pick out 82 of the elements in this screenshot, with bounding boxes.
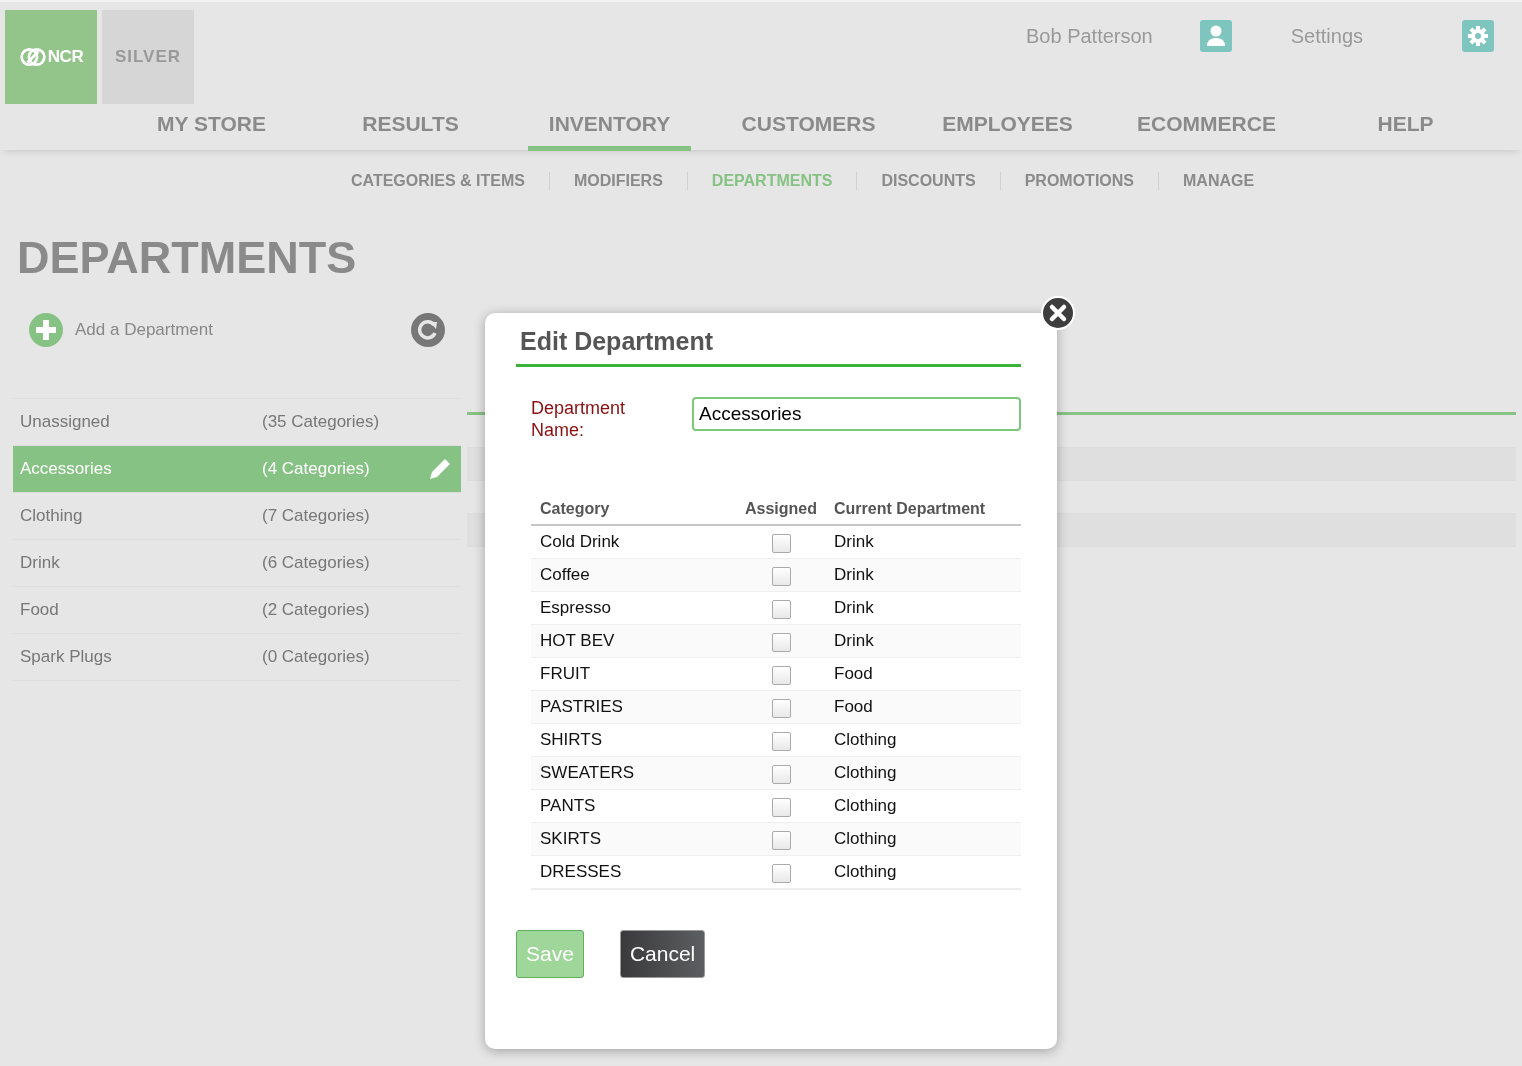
subnav-tab[interactable]: MODIFIERS: [548, 172, 687, 190]
table-cell-text: Clothing: [833, 796, 897, 816]
assigned-checkbox[interactable]: [771, 831, 791, 850]
table-cell-text: SWEATERS: [539, 763, 636, 783]
department-name: Unassigned: [19, 412, 111, 432]
department-row[interactable]: Food (2 Categories): [13, 587, 461, 634]
name-field[interactable]: Accessories: [692, 397, 1021, 431]
column-header: Category: [539, 499, 611, 518]
table-cell-text: SHIRTS: [539, 730, 604, 750]
table-cell-text: FRUIT: [539, 664, 592, 684]
department-name: Accessories: [19, 459, 113, 479]
nav-tab[interactable]: MY STORE: [136, 106, 287, 151]
subnav-tab[interactable]: PROMOTIONS: [999, 172, 1158, 190]
assigned-checkbox[interactable]: [771, 864, 791, 883]
table-cell-text: DRESSES: [539, 862, 623, 882]
department-row[interactable]: Accessories (4 Categories): [13, 446, 461, 493]
nav-tab[interactable]: EMPLOYEES: [921, 106, 1094, 151]
category-count: (2 Categories): [262, 600, 370, 620]
dialog-title: Edit Department: [516, 327, 1021, 367]
table-cell-text: SKIRTS: [539, 829, 603, 849]
cancel-button[interactable]: Cancel: [619, 930, 706, 978]
page-title: DEPARTMENTS: [17, 232, 358, 285]
assigned-checkbox[interactable]: [771, 600, 791, 619]
pencil-icon[interactable]: [427, 456, 453, 482]
refresh-icon[interactable]: [411, 313, 445, 347]
table-cell-text: PANTS: [539, 796, 597, 816]
assigned-checkbox[interactable]: [771, 666, 791, 685]
table-cell-text: Clothing: [833, 862, 897, 882]
column-header: Current Department: [833, 499, 986, 518]
add-department-link[interactable]: Add a Department: [29, 313, 213, 347]
nav-tab[interactable]: HELP: [1356, 106, 1455, 151]
table-cell-text: Drink: [833, 598, 874, 618]
table-cell-text: Cold Drink: [539, 532, 621, 552]
nav-tab[interactable]: INVENTORY: [527, 106, 692, 151]
subnav-tab[interactable]: DEPARTMENTS: [686, 172, 857, 190]
nav-tab[interactable]: ECOMMERCE: [1116, 106, 1297, 151]
table-cell-text: PASTRIES: [539, 697, 624, 717]
assigned-checkbox[interactable]: [771, 699, 791, 718]
department-name: Clothing: [19, 506, 84, 526]
table-cell-text: HOT BEV: [539, 631, 616, 651]
assigned-checkbox[interactable]: [771, 765, 791, 784]
add-icon: [29, 313, 63, 347]
settings-icon[interactable]: [1462, 20, 1494, 52]
department-name: Drink: [19, 553, 61, 573]
table-cell-text: Clothing: [833, 829, 897, 849]
user-name[interactable]: Bob Patterson: [1026, 24, 1153, 48]
column-header: Assigned: [744, 499, 818, 518]
assigned-checkbox[interactable]: [771, 798, 791, 817]
assigned-checkbox[interactable]: [771, 633, 791, 652]
subnav-tab[interactable]: MANAGE: [1158, 172, 1279, 190]
department-row[interactable]: Drink (6 Categories): [13, 540, 461, 587]
settings-link[interactable]: Settings: [1290, 24, 1363, 48]
table-cell-text: Food: [833, 664, 873, 684]
field-label: Department Name:: [531, 397, 627, 441]
ncr-logo[interactable]: NCR: [5, 10, 97, 104]
subnav-tab[interactable]: DISCOUNTS: [856, 172, 1000, 190]
assigned-checkbox[interactable]: [771, 567, 791, 586]
category-count: (7 Categories): [262, 506, 370, 526]
department-name: Spark Plugs: [19, 647, 113, 667]
category-count: (35 Categories): [262, 412, 380, 432]
table-cell-text: Coffee: [539, 565, 591, 585]
category-count: (4 Categories): [262, 459, 370, 479]
table-cell-text: Clothing: [833, 730, 897, 750]
category-count: (6 Categories): [262, 553, 370, 573]
assigned-checkbox[interactable]: [771, 732, 791, 751]
nav-tab[interactable]: CUSTOMERS: [720, 106, 897, 151]
assigned-checkbox[interactable]: [771, 534, 791, 553]
nav-tab[interactable]: RESULTS: [341, 106, 480, 151]
table-cell-text: Drink: [833, 532, 874, 552]
close-icon[interactable]: [1041, 296, 1075, 330]
department-name: Food: [19, 600, 60, 620]
category-count: (0 Categories): [262, 647, 370, 667]
table-cell-text: Drink: [833, 631, 874, 651]
department-row[interactable]: Spark Plugs (0 Categories): [13, 634, 461, 681]
department-row[interactable]: Clothing (7 Categories): [13, 493, 461, 540]
product-logo[interactable]: SILVER: [102, 10, 194, 104]
person-icon[interactable]: [1199, 20, 1232, 52]
table-cell-text: Espresso: [539, 598, 612, 618]
table-cell-text: Clothing: [833, 763, 897, 783]
table-cell-text: Food: [833, 697, 873, 717]
subnav-tab[interactable]: CATEGORIES & ITEMS: [327, 172, 549, 190]
table-cell-text: Drink: [833, 565, 874, 585]
